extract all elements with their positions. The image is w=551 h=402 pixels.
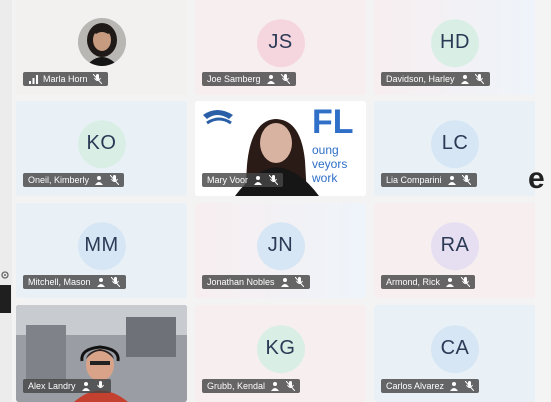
participant-tile[interactable]: KO Oneil, Kimberly xyxy=(16,101,187,196)
mic-icon xyxy=(96,381,106,391)
participant-tile[interactable]: Marla Horn xyxy=(16,0,187,95)
background-logo-line: veyors xyxy=(312,157,348,171)
participant-name: Marla Horn xyxy=(43,74,88,84)
participant-initials: CA xyxy=(431,324,479,373)
edge-letter: e xyxy=(528,162,545,195)
participant-tile[interactable]: LC Lia Comparini xyxy=(374,101,536,196)
reaction-icon xyxy=(445,277,455,287)
reaction-icon xyxy=(81,381,91,391)
nameplate: Joe Samberg xyxy=(202,72,296,86)
participant-name: Davidson, Harley xyxy=(386,74,455,84)
participant-grid: Marla Horn JS Joe Samberg HD Davidson, H… xyxy=(12,0,536,402)
nameplate: Armond, Rick xyxy=(381,275,476,289)
participant-initials: JS xyxy=(256,18,305,67)
participant-tile[interactable]: JN Jonathan Nobles xyxy=(195,203,366,298)
participant-tile[interactable]: KG Grubb, Kendal xyxy=(195,305,366,402)
participant-name: Grubb, Kendal xyxy=(207,381,266,391)
participant-initials: KO xyxy=(77,119,126,168)
mic-muted-icon xyxy=(295,277,305,287)
participant-name: Oneil, Kimberly xyxy=(28,175,90,185)
participant-tile[interactable]: MM Mitchell, Mason xyxy=(16,203,187,298)
participant-tile[interactable]: JS Joe Samberg xyxy=(195,0,366,95)
mic-muted-icon xyxy=(285,381,295,391)
participant-initials: RA xyxy=(431,221,479,270)
participant-tile[interactable]: Alex Landry xyxy=(16,305,187,402)
participant-initials: LC xyxy=(431,119,479,168)
person-photo-icon xyxy=(78,18,126,66)
nameplate: Oneil, Kimberly xyxy=(23,173,125,187)
participant-initials: KG xyxy=(256,324,305,373)
nameplate: Marla Horn xyxy=(23,72,108,86)
participant-name: Mitchell, Mason xyxy=(28,277,91,287)
nameplate: Alex Landry xyxy=(23,379,111,393)
mic-muted-icon xyxy=(93,74,103,84)
nameplate: Jonathan Nobles xyxy=(202,275,310,289)
participant-name: Mary Voor xyxy=(207,175,249,185)
mic-muted-icon xyxy=(460,277,470,287)
participant-tile[interactable]: CA Carlos Alvarez xyxy=(374,305,536,402)
participant-initials: MM xyxy=(77,221,126,270)
nameplate: Carlos Alvarez xyxy=(381,379,480,393)
nameplate: Mitchell, Mason xyxy=(23,275,126,289)
video-call-window: Marla Horn JS Joe Samberg HD Davidson, H… xyxy=(0,0,551,402)
participant-name: Armond, Rick xyxy=(386,277,441,287)
nameplate: Davidson, Harley xyxy=(381,72,490,86)
signal-bars-icon xyxy=(28,74,38,84)
reaction-icon xyxy=(449,381,459,391)
background-logo-letters: FL xyxy=(312,103,354,141)
mic-muted-icon xyxy=(268,175,278,185)
side-control[interactable] xyxy=(0,285,11,313)
background-logo-line: work xyxy=(312,171,338,185)
reaction-icon xyxy=(447,175,457,185)
participant-initials: JN xyxy=(256,221,305,270)
participant-tile[interactable]: RA Armond, Rick xyxy=(374,203,536,298)
participant-name: Alex Landry xyxy=(28,381,76,391)
nameplate: Lia Comparini xyxy=(381,173,477,187)
participant-name: Carlos Alvarez xyxy=(386,381,445,391)
participant-tile[interactable]: HD Davidson, Harley xyxy=(374,0,536,95)
participant-tile[interactable]: FL oung veyors work Mary Voor xyxy=(195,101,366,196)
nameplate: Grubb, Kendal xyxy=(202,379,301,393)
gear-icon[interactable] xyxy=(0,270,10,280)
mic-muted-icon xyxy=(281,74,291,84)
mic-muted-icon xyxy=(475,74,485,84)
participant-name: Joe Samberg xyxy=(207,74,261,84)
participant-name: Jonathan Nobles xyxy=(207,277,275,287)
mic-muted-icon xyxy=(462,175,472,185)
reaction-icon xyxy=(96,277,106,287)
mic-muted-icon xyxy=(109,175,119,185)
participant-initials: HD xyxy=(431,18,479,67)
left-panel-edge xyxy=(0,0,12,402)
reaction-icon xyxy=(266,74,276,84)
mic-muted-icon xyxy=(464,381,474,391)
profile-photo xyxy=(78,18,126,66)
participant-name: Lia Comparini xyxy=(386,175,442,185)
reaction-icon xyxy=(280,277,290,287)
reaction-icon xyxy=(460,74,470,84)
reaction-icon xyxy=(270,381,280,391)
nameplate: Mary Voor xyxy=(202,173,284,187)
reaction-icon xyxy=(94,175,104,185)
reaction-icon xyxy=(253,175,263,185)
background-logo-line: oung xyxy=(312,143,339,157)
right-panel-edge xyxy=(535,0,551,402)
mic-muted-icon xyxy=(111,277,121,287)
